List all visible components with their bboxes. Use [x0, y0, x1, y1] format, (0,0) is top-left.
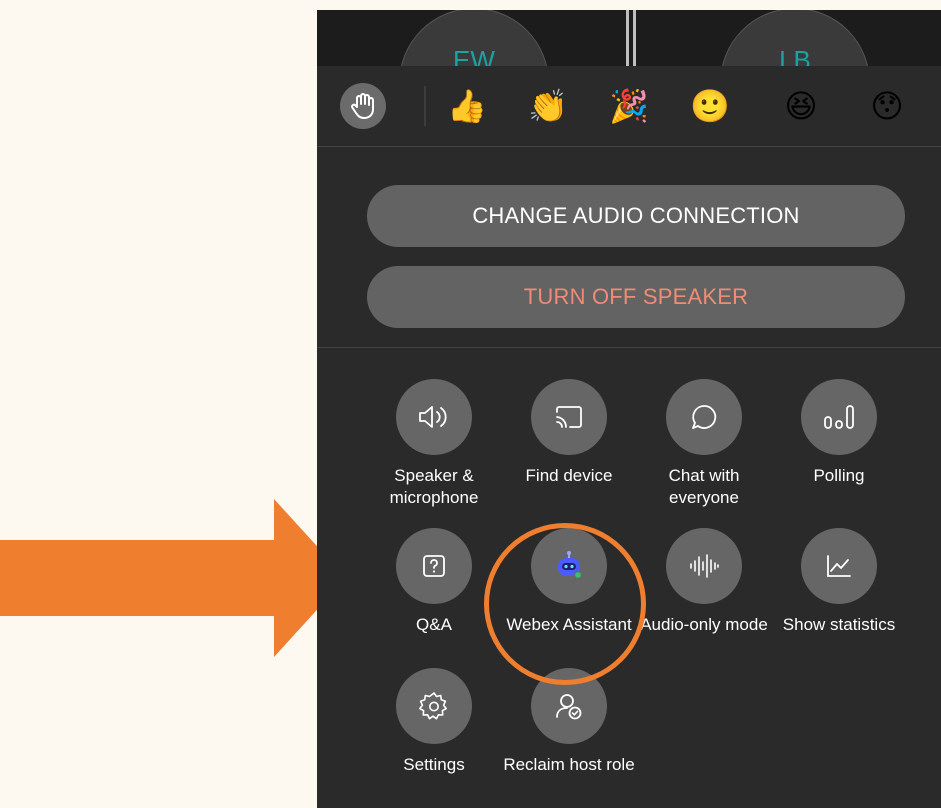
option-icon-circle — [531, 668, 607, 744]
option-icon-circle — [396, 379, 472, 455]
option-webex-assistant[interactable]: Webex Assistant — [499, 528, 639, 636]
thumbs-up-emoji-button[interactable]: 👍 — [446, 86, 488, 126]
option-icon-circle — [531, 379, 607, 455]
reactions-separator — [424, 86, 426, 126]
waveform-icon — [690, 554, 719, 578]
section-divider — [317, 146, 941, 147]
poll-bars-icon — [824, 405, 854, 429]
option-speaker-microphone[interactable]: Speaker & microphone — [364, 379, 504, 509]
option-settings[interactable]: Settings — [364, 668, 504, 776]
option-polling[interactable]: Polling — [769, 379, 909, 487]
smiling-face-emoji-button[interactable]: 🙂 — [689, 86, 731, 126]
option-label: Show statistics — [782, 615, 896, 634]
assistant-bot-icon — [558, 551, 583, 580]
change-audio-connection-button[interactable]: CHANGE AUDIO CONNECTION — [367, 185, 905, 247]
option-label: Settings — [403, 755, 465, 774]
option-find-device[interactable]: Find device — [499, 379, 639, 487]
option-label: Webex Assistant — [506, 615, 632, 634]
laughing-face-emoji-button[interactable]: 😆 — [780, 86, 822, 126]
option-label: Reclaim host role — [503, 755, 635, 774]
line-chart-icon — [827, 555, 851, 577]
more-options-panel: 👍 👏 🎉 🙂 😆 😯 CHANGE AUDIO CONNECTION TURN… — [317, 66, 941, 808]
party-popper-emoji-button[interactable]: 🎉 — [608, 86, 650, 126]
section-divider — [317, 347, 941, 348]
option-icon-circle — [801, 528, 877, 604]
meeting-screen: EW LB 👍 👏 🎉 🙂 😆 😯 CHANGE AUDIO CONNECTIO… — [317, 10, 941, 808]
option-icon-circle — [396, 528, 472, 604]
raise-hand-button[interactable] — [340, 83, 386, 129]
tile-divider — [626, 10, 629, 66]
cast-icon — [556, 406, 582, 428]
turn-off-speaker-button[interactable]: TURN OFF SPEAKER — [367, 266, 905, 328]
raise-hand-icon — [351, 93, 374, 119]
option-audio-only-mode[interactable]: Audio-only mode — [634, 528, 774, 636]
option-icon-circle — [666, 379, 742, 455]
option-show-statistics[interactable]: Show statistics — [769, 528, 909, 636]
option-label: Speaker & microphone — [389, 466, 479, 507]
surprised-face-emoji-button[interactable]: 😯 — [866, 86, 908, 126]
option-icon-circle — [531, 528, 607, 604]
reactions-bar: 👍 👏 🎉 🙂 😆 😯 — [317, 66, 941, 146]
option-qa[interactable]: Q&A — [364, 528, 504, 636]
gear-icon — [419, 692, 447, 720]
option-chat-with-everyone[interactable]: Chat with everyone — [634, 379, 774, 509]
host-check-icon — [556, 694, 582, 720]
option-icon-circle — [396, 668, 472, 744]
option-label: Polling — [813, 466, 865, 485]
chat-bubble-icon — [692, 405, 717, 429]
option-reclaim-host-role[interactable]: Reclaim host role — [499, 668, 639, 776]
speaker-icon — [419, 406, 447, 428]
pointer-arrow — [0, 499, 346, 657]
option-label: Chat with everyone — [668, 466, 740, 507]
option-icon-circle — [801, 379, 877, 455]
tile-divider — [633, 10, 636, 66]
option-label: Audio-only mode — [640, 615, 768, 634]
clapping-hands-emoji-button[interactable]: 👏 — [527, 86, 569, 126]
question-box-icon — [423, 555, 445, 577]
option-label: Find device — [525, 466, 613, 485]
option-label: Q&A — [416, 615, 452, 634]
option-icon-circle — [666, 528, 742, 604]
video-strip: EW LB — [317, 10, 941, 158]
